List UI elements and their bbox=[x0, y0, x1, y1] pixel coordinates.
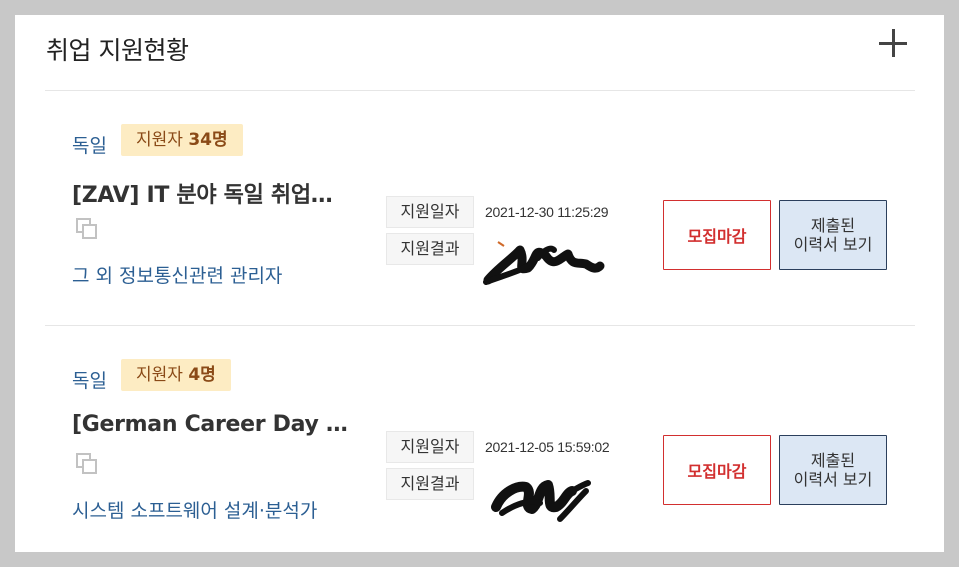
country-label: 독일 bbox=[72, 135, 107, 157]
badge-count: 34명 bbox=[188, 130, 228, 150]
country-label: 독일 bbox=[72, 370, 107, 392]
job-category[interactable]: 시스템 소프트웨어 설계·분석가 bbox=[72, 496, 317, 523]
applicant-count-badge: 지원자 34명 bbox=[121, 124, 243, 156]
copy-icon[interactable] bbox=[76, 453, 97, 474]
view-submitted-resume-button[interactable]: 제출된 이력서 보기 bbox=[779, 200, 887, 270]
redaction-scribble bbox=[483, 241, 605, 285]
apply-date-label: 지원일자 bbox=[386, 196, 474, 228]
apply-date-value: 2021-12-30 11:25:29 bbox=[485, 204, 609, 220]
application-item: 독일 지원자 34명 [ZAV] IT 분야 독일 취업… 그 외 정보통신관련… bbox=[15, 91, 944, 325]
applicant-count-badge: 지원자 4명 bbox=[121, 359, 231, 391]
apply-result-label: 지원결과 bbox=[386, 233, 474, 265]
resume-button-line1: 제출된 bbox=[810, 216, 856, 235]
resume-button-line2: 이력서 보기 bbox=[793, 470, 873, 489]
badge-prefix: 지원자 bbox=[136, 130, 189, 150]
redaction-scribble bbox=[491, 480, 591, 522]
job-title[interactable]: [ZAV] IT 분야 독일 취업… bbox=[72, 177, 333, 209]
apply-date-value: 2021-12-05 15:59:02 bbox=[485, 439, 610, 455]
resume-button-line2: 이력서 보기 bbox=[793, 235, 873, 254]
copy-icon[interactable] bbox=[76, 218, 97, 239]
apply-date-label: 지원일자 bbox=[386, 431, 474, 463]
badge-prefix: 지원자 bbox=[136, 365, 189, 385]
badge-count: 4명 bbox=[188, 365, 216, 385]
plus-icon[interactable] bbox=[879, 29, 909, 59]
panel-title: 취업 지원현황 bbox=[46, 36, 189, 65]
apply-result-label: 지원결과 bbox=[386, 468, 474, 500]
recruitment-closed-button[interactable]: 모집마감 bbox=[663, 435, 771, 505]
view-submitted-resume-button[interactable]: 제출된 이력서 보기 bbox=[779, 435, 887, 505]
application-item: 독일 지원자 4명 [German Career Day … 시스템 소프트웨어… bbox=[15, 326, 944, 552]
resume-button-line1: 제출된 bbox=[810, 451, 856, 470]
job-title[interactable]: [German Career Day … bbox=[72, 412, 348, 437]
job-category[interactable]: 그 외 정보통신관련 관리자 bbox=[72, 261, 282, 288]
recruitment-closed-button[interactable]: 모집마감 bbox=[663, 200, 771, 270]
application-status-panel: 취업 지원현황 독일 지원자 34명 [ZAV] IT 분야 독일 취업… 그 … bbox=[15, 15, 944, 552]
